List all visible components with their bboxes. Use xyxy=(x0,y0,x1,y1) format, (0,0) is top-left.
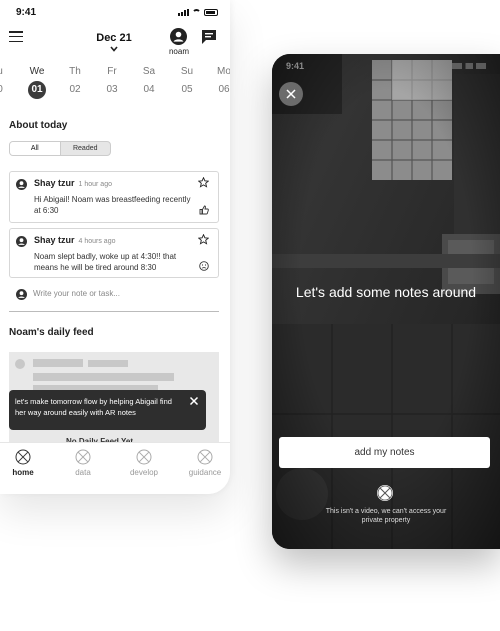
day-item-active[interactable]: We 01 xyxy=(25,66,49,99)
date-selector[interactable]: Dec 21 xyxy=(82,32,146,44)
placeholder-icon xyxy=(136,449,152,465)
close-icon xyxy=(286,89,296,99)
ar-headline: Let's add some notes around xyxy=(295,284,477,300)
filter-all[interactable]: All xyxy=(10,142,61,155)
filter-readed[interactable]: Readed xyxy=(61,142,111,155)
status-icons xyxy=(178,9,218,16)
section-title: About today xyxy=(9,120,68,131)
signal-icon xyxy=(178,9,189,16)
tab-label: develop xyxy=(129,468,159,477)
day-item[interactable]: Th 02 xyxy=(63,66,87,99)
tab-home[interactable]: home xyxy=(3,449,43,477)
post-time: 4 hours ago xyxy=(78,238,116,245)
camera-background xyxy=(272,54,500,549)
skeleton xyxy=(33,359,83,367)
placeholder-icon xyxy=(75,449,91,465)
tab-guidance[interactable]: guidance xyxy=(185,449,225,477)
skeleton xyxy=(33,373,174,381)
post-card[interactable]: Shay tzur 4 hours ago Noam slept badly, w… xyxy=(9,228,219,278)
user-name: noam xyxy=(168,47,189,56)
status-time: 9:41 xyxy=(16,7,37,18)
placeholder-icon xyxy=(15,449,31,465)
post-author: Shay tzur 1 hour ago xyxy=(34,178,112,188)
day-item[interactable]: Fr 03 xyxy=(100,66,124,99)
day-item[interactable]: Sa 04 xyxy=(137,66,161,99)
avatar-icon xyxy=(16,179,27,190)
star-icon[interactable] xyxy=(198,234,209,245)
skeleton xyxy=(88,360,128,367)
status-icons xyxy=(452,63,486,69)
close-button[interactable] xyxy=(279,82,303,106)
add-notes-button[interactable]: add my notes xyxy=(279,437,490,468)
divider xyxy=(9,311,219,312)
status-bar: 9:41 xyxy=(0,0,230,26)
tab-develop[interactable]: develop xyxy=(124,449,164,477)
status-bar: 9:41 xyxy=(272,54,500,78)
onboarding-tooltip: let's make tomorrow flow by helping Abig… xyxy=(9,390,206,430)
stage: 9:41 Dec 21 noam u0 We01 Th02 Fr03 Sa04 … xyxy=(0,0,500,631)
tab-label: data xyxy=(75,468,91,477)
day-item[interactable]: Su 05 xyxy=(175,66,199,99)
wifi-icon xyxy=(192,9,201,16)
week-strip: u0 We01 Th02 Fr03 Sa04 Su05 Mo06 xyxy=(0,66,230,102)
note-input[interactable]: Write your note or task... xyxy=(33,289,120,298)
tab-label: guidance xyxy=(188,468,222,477)
status-time: 9:41 xyxy=(286,61,305,71)
post-text: Hi Abigail! Noam was breastfeeding recen… xyxy=(34,195,191,215)
post-author: Shay tzur 4 hours ago xyxy=(34,235,116,245)
day-item[interactable]: u0 xyxy=(0,66,12,99)
skeleton xyxy=(15,359,25,369)
notes-phone-screen: 9:41 Dec 21 noam u0 We01 Th02 Fr03 Sa04 … xyxy=(0,0,230,494)
privacy-disclaimer: This isn't a video, we can't access your… xyxy=(325,508,447,524)
tab-data[interactable]: data xyxy=(63,449,103,477)
feed-title: Noam's daily feed xyxy=(9,327,94,338)
menu-icon[interactable] xyxy=(9,31,23,42)
day-item[interactable]: Mo 06 xyxy=(212,66,230,99)
post-card[interactable]: Shay tzur 1 hour ago Hi Abigail! Noam was… xyxy=(9,171,219,223)
chat-icon[interactable] xyxy=(201,29,217,45)
ar-camera-screen: 9:41 Let's add some notes around add my … xyxy=(272,54,500,549)
filter-segmented-control: All Readed xyxy=(9,141,111,156)
tab-bar: home data develop guidance xyxy=(0,442,230,494)
user-avatar-icon[interactable] xyxy=(170,28,187,45)
placeholder-icon xyxy=(197,449,213,465)
avatar-icon xyxy=(16,236,27,247)
post-text: Noam slept badly, woke up at 4:30!! that… xyxy=(34,252,177,272)
close-icon[interactable] xyxy=(188,395,200,407)
placeholder-icon xyxy=(377,485,393,501)
post-time: 1 hour ago xyxy=(78,181,112,188)
star-icon[interactable] xyxy=(198,177,209,188)
tab-label: home xyxy=(12,468,34,477)
sad-face-icon[interactable] xyxy=(199,261,209,271)
avatar-icon xyxy=(16,289,27,300)
battery-icon xyxy=(204,9,218,16)
chevron-down-icon[interactable] xyxy=(109,45,119,53)
tooltip-text: let's make tomorrow flow by helping Abig… xyxy=(15,397,172,417)
thumbs-up-icon[interactable] xyxy=(199,205,209,215)
